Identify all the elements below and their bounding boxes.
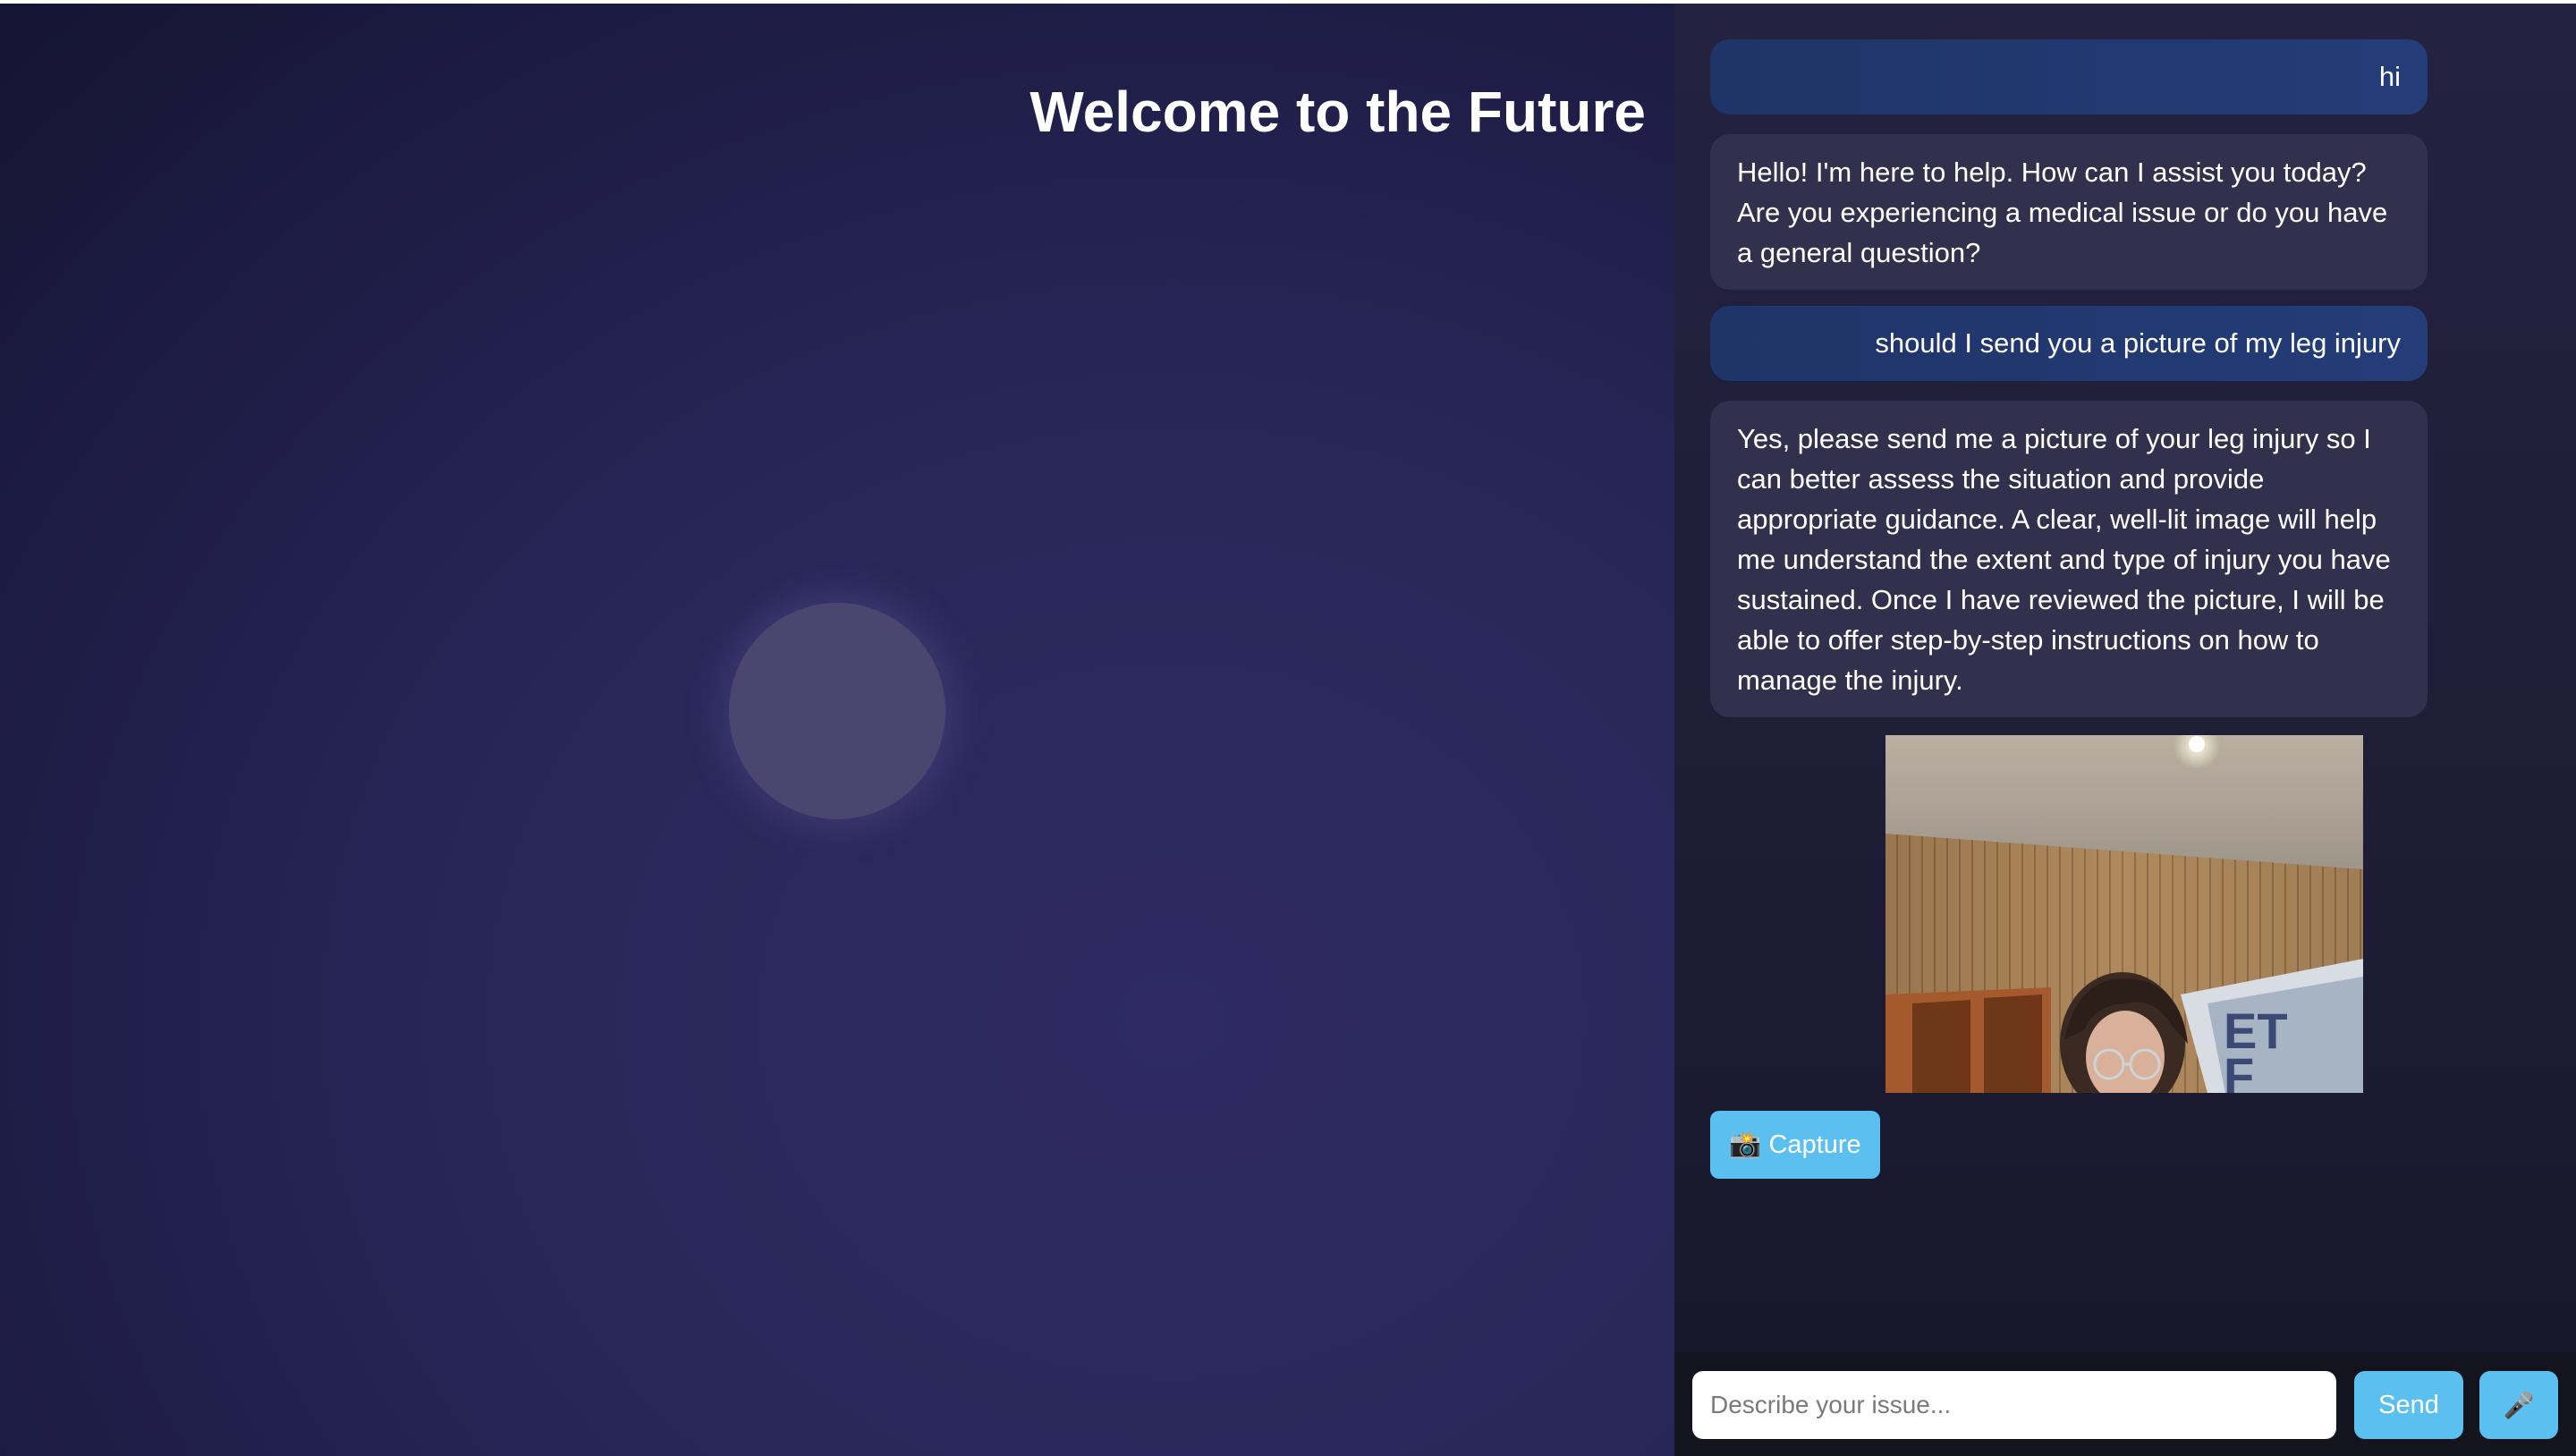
voice-orb	[729, 603, 945, 819]
webcam-preview: ET F	[1885, 735, 2363, 1093]
user-message: hi	[1710, 39, 2428, 114]
page-title: Welcome to the Future	[1030, 80, 1646, 144]
issue-input[interactable]	[1692, 1371, 2336, 1439]
send-button[interactable]: Send	[2354, 1371, 2463, 1439]
user-message: should I send you a picture of my leg in…	[1710, 306, 2428, 381]
chat-panel: hi Hello! I'm here to help. How can I as…	[1674, 4, 2576, 1352]
assistant-message: Yes, please send me a picture of your le…	[1710, 401, 2428, 717]
input-bar: Send 🎤	[1674, 1352, 2576, 1456]
assistant-message: Hello! I'm here to help. How can I assis…	[1710, 134, 2428, 290]
svg-text:F: F	[2224, 1047, 2254, 1093]
welcome-panel: Welcome to the Future	[0, 4, 1674, 1456]
microphone-button[interactable]: 🎤	[2479, 1371, 2558, 1439]
capture-button[interactable]: 📸 Capture	[1710, 1111, 1880, 1179]
microphone-icon: 🎤	[2503, 1391, 2535, 1419]
